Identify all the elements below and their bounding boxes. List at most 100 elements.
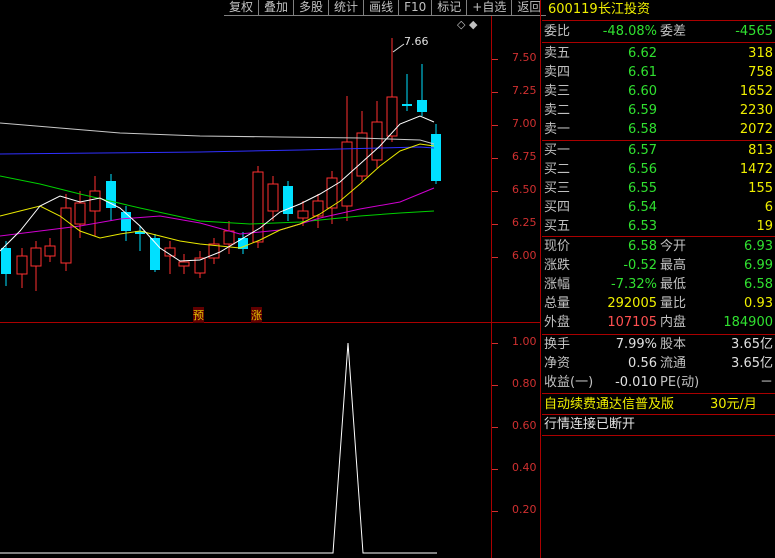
overlay-button[interactable]: 叠加 — [258, 0, 294, 16]
ask-volume: 2230 — [739, 103, 773, 118]
bid-label: 买四 — [544, 200, 571, 215]
indicator-tick — [492, 385, 498, 386]
order-ratio-value: -48.08% — [602, 24, 657, 39]
stock-header: 600119 长江投资 — [542, 0, 775, 19]
ask-row[interactable]: 卖三 6.60 1652 — [542, 82, 775, 101]
indicator-axis-label: 1.00 — [512, 335, 537, 348]
quote-label: 外盘 — [544, 315, 571, 330]
bid-label: 买三 — [544, 181, 571, 196]
marker-yu: 预 — [193, 307, 204, 323]
price-axis-label: 6.25 — [512, 216, 537, 229]
bid-row[interactable]: 买五 6.53 19 — [542, 217, 775, 236]
f10-button[interactable]: F10 — [398, 0, 432, 16]
bid-row[interactable]: 买三 6.55 155 — [542, 179, 775, 198]
price-axis-label: 6.50 — [512, 183, 537, 196]
add-watchlist-button[interactable]: +自选 — [466, 0, 512, 16]
candle-body — [402, 104, 412, 106]
ask-volume: 318 — [748, 46, 773, 61]
chart-axis-divider — [491, 16, 492, 558]
indicator-axis-label: 0.40 — [512, 461, 537, 474]
quote-label: 总量 — [544, 296, 571, 311]
multi-stock-button[interactable]: 多股 — [293, 0, 329, 16]
candle-body — [356, 132, 368, 177]
ask-row[interactable]: 卖五 6.62 318 — [542, 44, 775, 63]
indicator-axis-label: 0.20 — [512, 503, 537, 516]
finance-label-2: 流通 — [660, 356, 687, 371]
bid-label: 买五 — [544, 219, 571, 234]
indicator-tick — [492, 343, 498, 344]
finance-label-2: 股本 — [660, 337, 687, 352]
ask-row[interactable]: 卖二 6.59 2230 — [542, 101, 775, 120]
finance-row: 换手 7.99% 股本 3.65亿 — [542, 335, 775, 354]
ask-row[interactable]: 卖一 6.58 2072 — [542, 120, 775, 139]
quote-label: 涨幅 — [544, 277, 571, 292]
candle-body — [417, 100, 427, 112]
candle-body — [121, 212, 131, 231]
quote-panel: 600119 长江投资 委比 -48.08% 委差 -4565 卖五 6.62 … — [542, 0, 775, 558]
promo-row[interactable]: 自动续费通达信普及版 30元/月 — [542, 395, 775, 414]
order-diff-value: -4565 — [735, 24, 773, 39]
price-tick — [492, 224, 498, 225]
order-ratio-label: 委比 — [544, 24, 571, 39]
price-axis-label: 7.00 — [512, 117, 537, 130]
candle-body — [312, 200, 324, 217]
finance-value-2: － — [759, 375, 773, 390]
indicator-tick — [492, 469, 498, 470]
chart-toolbar: 复权 叠加 多股 统计 画线 F10 标记 +自选 返回 — [224, 0, 547, 16]
quote-value: -0.52 — [623, 258, 657, 273]
price-tick — [492, 59, 498, 60]
bid-row[interactable]: 买二 6.56 1472 — [542, 160, 775, 179]
quote-value-2: 6.99 — [744, 258, 773, 273]
candle-body — [371, 121, 383, 161]
quote-value-2: 6.58 — [744, 277, 773, 292]
candlestick-chart[interactable] — [0, 16, 491, 322]
ask-label: 卖五 — [544, 46, 571, 61]
indicator-chart[interactable] — [0, 323, 491, 558]
finance-row: 净资 0.56 流通 3.65亿 — [542, 354, 775, 373]
ask-label: 卖四 — [544, 65, 571, 80]
promo-text[interactable]: 自动续费通达信普及版 — [544, 395, 674, 414]
bid-row[interactable]: 买一 6.57 813 — [542, 141, 775, 160]
bid-row[interactable]: 买四 6.54 6 — [542, 198, 775, 217]
order-diff-label: 委差 — [660, 24, 687, 39]
bid-volume: 6 — [764, 200, 773, 215]
draw-line-button[interactable]: 画线 — [363, 0, 399, 16]
stats-button[interactable]: 统计 — [328, 0, 364, 16]
ask-label: 卖二 — [544, 103, 571, 118]
quote-row: 外盘 107105 内盘 184900 — [542, 313, 775, 332]
price-axis-label: 7.50 — [512, 51, 537, 64]
marker-zhang: 涨 — [251, 307, 262, 323]
ask-row[interactable]: 卖四 6.61 758 — [542, 63, 775, 82]
indicator-axis-label: 0.80 — [512, 377, 537, 390]
mark-button[interactable]: 标记 — [431, 0, 467, 16]
finance-label: 收益(一) — [544, 375, 594, 390]
finance-value-2: 3.65亿 — [731, 337, 773, 352]
ask-volume: 1652 — [739, 84, 773, 99]
finance-label-2: PE(动) — [660, 375, 700, 390]
candle-body — [297, 210, 309, 219]
price-axis-label: 6.00 — [512, 249, 537, 262]
quote-value-2: 0.93 — [744, 296, 773, 311]
price-axis-label: 6.75 — [512, 150, 537, 163]
candle-body — [223, 230, 235, 245]
ask-volume: 2072 — [739, 122, 773, 137]
connection-status: 行情连接已断开 — [544, 417, 636, 432]
bid-volume: 155 — [748, 181, 773, 196]
high-price-label: 7.66 — [404, 35, 429, 48]
fq-button[interactable]: 复权 — [224, 0, 259, 16]
bid-volume: 813 — [748, 143, 773, 158]
candles-layer — [1, 38, 441, 291]
bid-label: 买一 — [544, 143, 571, 158]
ask-label: 卖一 — [544, 122, 571, 137]
price-axis-label: 7.25 — [512, 84, 537, 97]
price-tick — [492, 191, 498, 192]
candle-body — [341, 141, 353, 207]
ask-price: 6.59 — [628, 103, 657, 118]
bid-price: 6.55 — [628, 181, 657, 196]
ask-price: 6.62 — [628, 46, 657, 61]
candle-body — [431, 134, 441, 181]
bid-price: 6.56 — [628, 162, 657, 177]
finance-value-2: 3.65亿 — [731, 356, 773, 371]
ma60-line — [0, 146, 435, 155]
ask-label: 卖三 — [544, 84, 571, 99]
